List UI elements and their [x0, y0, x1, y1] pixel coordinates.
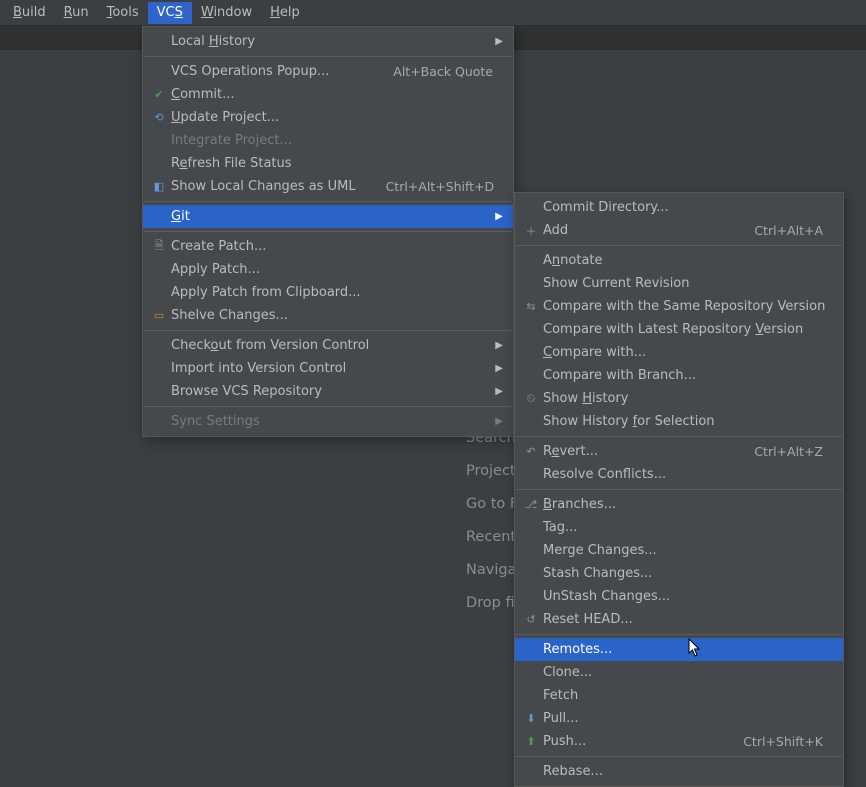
menu-item-compare-same-repo[interactable]: ⇆ Compare with the Same Repository Versi… — [515, 295, 843, 318]
shortcut-label: Ctrl+Alt+Z — [754, 444, 823, 459]
menu-item-branches[interactable]: ⎇ Branches... — [515, 493, 843, 516]
shortcut-label: Alt+Back Quote — [393, 64, 493, 79]
menu-item-refresh-status[interactable]: Refresh File Status — [143, 152, 513, 175]
menu-item-remotes[interactable]: Remotes... — [515, 638, 843, 661]
menu-separator — [144, 330, 512, 331]
menu-item-reset-head[interactable]: ↺ Reset HEAD... — [515, 608, 843, 631]
menu-item-show-history[interactable]: ⏲ Show History — [515, 387, 843, 410]
menu-item-apply-patch[interactable]: Apply Patch... — [143, 258, 513, 281]
menu-item-checkout-vcs[interactable]: Checkout from Version Control ▶ — [143, 334, 513, 357]
menu-item-compare-branch[interactable]: Compare with Branch... — [515, 364, 843, 387]
menu-item-clone[interactable]: Clone... — [515, 661, 843, 684]
menu-build[interactable]: Build — [4, 2, 55, 24]
menu-run[interactable]: Run — [55, 2, 98, 24]
menu-item-git[interactable]: Git ▶ — [143, 205, 513, 228]
menu-separator — [144, 201, 512, 202]
menu-window[interactable]: Window — [192, 2, 261, 24]
vcs-dropdown: Local History ▶ VCS Operations Popup... … — [142, 26, 514, 437]
menubar: Build Run Tools VCS Window Help — [0, 0, 866, 26]
commit-icon: ✔ — [149, 87, 169, 103]
branch-icon: ⎇ — [521, 497, 541, 513]
push-icon: ⬆ — [521, 734, 541, 750]
menu-vcs[interactable]: VCS — [148, 2, 192, 24]
menu-item-local-history[interactable]: Local History ▶ — [143, 30, 513, 53]
menu-item-pull[interactable]: ⬇ Pull... — [515, 707, 843, 730]
menu-item-unstash[interactable]: UnStash Changes... — [515, 585, 843, 608]
menu-separator — [516, 756, 842, 757]
mouse-cursor-icon — [688, 638, 702, 658]
diff-icon: ⇆ — [521, 299, 541, 315]
uml-icon: ◧ — [149, 179, 169, 195]
menu-separator — [516, 489, 842, 490]
reset-icon: ↺ — [521, 612, 541, 628]
menu-item-update-project[interactable]: ⟲ Update Project... — [143, 106, 513, 129]
menu-item-push[interactable]: ⬆ Push... Ctrl+Shift+K — [515, 730, 843, 753]
menu-separator — [144, 56, 512, 57]
menu-item-shelve[interactable]: ▭ Shelve Changes... — [143, 304, 513, 327]
menu-item-show-uml[interactable]: ◧ Show Local Changes as UML Ctrl+Alt+Shi… — [143, 175, 513, 198]
menu-separator — [144, 231, 512, 232]
add-icon: ＋ — [521, 223, 541, 239]
menu-item-create-patch[interactable]: 🗎 Create Patch... — [143, 235, 513, 258]
shortcut-label: Ctrl+Shift+K — [743, 734, 823, 749]
blank-icon — [149, 34, 169, 50]
menu-separator — [516, 436, 842, 437]
menu-item-revert[interactable]: ↶ Revert... Ctrl+Alt+Z — [515, 440, 843, 463]
menu-item-fetch[interactable]: Fetch — [515, 684, 843, 707]
shelve-icon: ▭ — [149, 308, 169, 324]
shortcut-label: Ctrl+Alt+Shift+D — [386, 179, 495, 194]
menu-item-show-history-selection[interactable]: Show History for Selection — [515, 410, 843, 433]
menu-separator — [516, 245, 842, 246]
menu-separator — [144, 406, 512, 407]
menu-item-browse-vcs[interactable]: Browse VCS Repository ▶ — [143, 380, 513, 403]
menu-item-compare-with[interactable]: Compare with... — [515, 341, 843, 364]
menu-item-apply-patch-clipboard[interactable]: Apply Patch from Clipboard... — [143, 281, 513, 304]
menu-item-integrate-project: Integrate Project... — [143, 129, 513, 152]
menu-tools[interactable]: Tools — [98, 2, 148, 24]
menu-item-rebase[interactable]: Rebase... — [515, 760, 843, 783]
menu-item-merge[interactable]: Merge Changes... — [515, 539, 843, 562]
menu-separator — [516, 634, 842, 635]
menu-help[interactable]: Help — [261, 2, 309, 24]
menu-item-stash[interactable]: Stash Changes... — [515, 562, 843, 585]
menu-item-import-vcs[interactable]: Import into Version Control ▶ — [143, 357, 513, 380]
submenu-arrow-icon: ▶ — [493, 386, 503, 397]
submenu-arrow-icon: ▶ — [493, 363, 503, 374]
menu-item-commit-directory[interactable]: Commit Directory... — [515, 196, 843, 219]
menu-item-sync-settings: Sync Settings ▶ — [143, 410, 513, 433]
history-icon: ⏲ — [521, 391, 541, 407]
pull-icon: ⬇ — [521, 711, 541, 727]
submenu-arrow-icon: ▶ — [493, 211, 503, 222]
submenu-arrow-icon: ▶ — [493, 36, 503, 47]
menu-item-add[interactable]: ＋ Add Ctrl+Alt+A — [515, 219, 843, 242]
menu-item-vcs-ops-popup[interactable]: VCS Operations Popup... Alt+Back Quote — [143, 60, 513, 83]
menu-item-resolve-conflicts[interactable]: Resolve Conflicts... — [515, 463, 843, 486]
patch-icon: 🗎 — [149, 239, 169, 255]
submenu-arrow-icon: ▶ — [493, 416, 503, 427]
menu-item-commit[interactable]: ✔ Commit... — [143, 83, 513, 106]
submenu-arrow-icon: ▶ — [493, 340, 503, 351]
menu-item-tag[interactable]: Tag... — [515, 516, 843, 539]
menu-item-compare-latest-repo[interactable]: Compare with Latest Repository Version — [515, 318, 843, 341]
menu-item-annotate[interactable]: Annotate — [515, 249, 843, 272]
menu-item-show-current-revision[interactable]: Show Current Revision — [515, 272, 843, 295]
update-icon: ⟲ — [149, 110, 169, 126]
shortcut-label: Ctrl+Alt+A — [754, 223, 823, 238]
revert-icon: ↶ — [521, 444, 541, 460]
git-submenu: Commit Directory... ＋ Add Ctrl+Alt+A Ann… — [514, 192, 844, 787]
